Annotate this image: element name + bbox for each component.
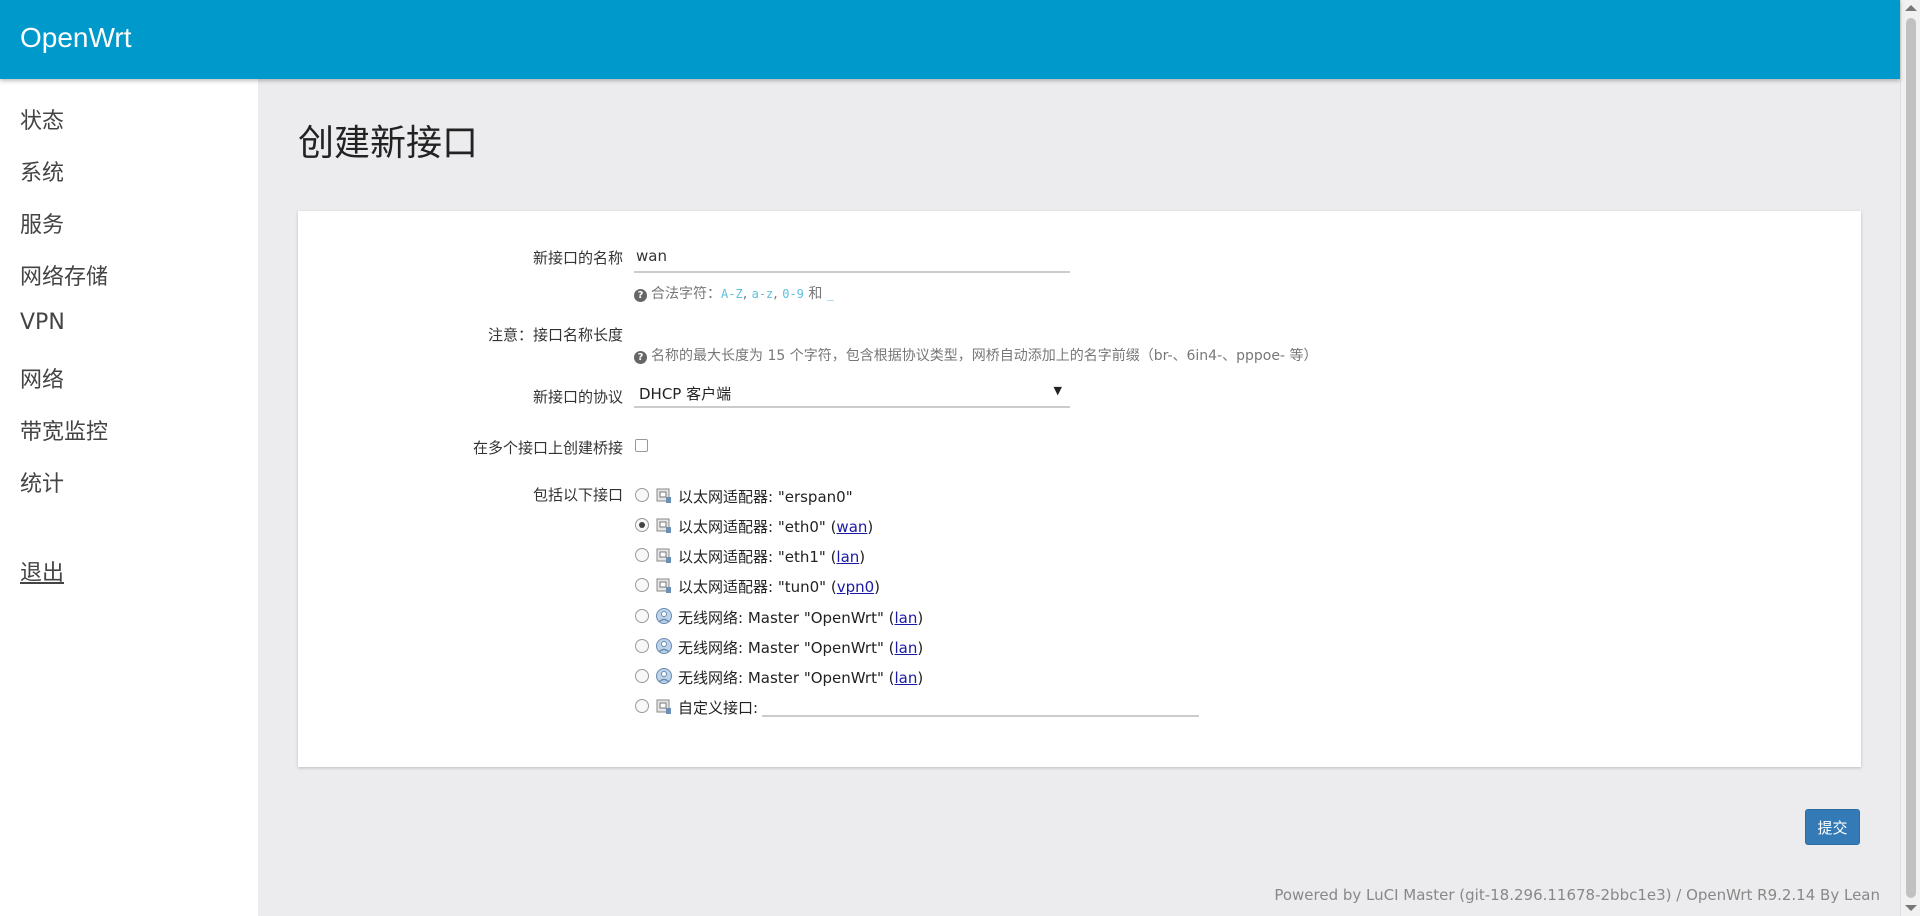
interface-radio[interactable] [635, 548, 649, 562]
header-bar: OpenWrt [0, 0, 1900, 79]
interface-radio[interactable] [635, 639, 649, 653]
protocol-label: 新接口的协议 [532, 388, 623, 406]
network-link[interactable]: wan [836, 518, 867, 536]
interface-option[interactable]: 无线网络: Master "OpenWrt" (lan) [635, 635, 1435, 657]
interface-label: 无线网络: Master "OpenWrt" (lan) [678, 669, 924, 687]
scroll-down-icon[interactable] [1905, 905, 1917, 911]
interface-label: 以太网适配器: "erspan0" [678, 488, 853, 506]
interface-label: 无线网络: Master "OpenWrt" (lan) [678, 609, 924, 627]
sidebar-item-network[interactable]: 网络 [20, 362, 64, 394]
network-link[interactable]: lan [895, 639, 918, 657]
wifi-icon [656, 638, 672, 654]
sidebar-item-statistics[interactable]: 统计 [20, 466, 64, 498]
brand-logo[interactable]: OpenWrt [20, 22, 132, 54]
ethernet-icon [656, 578, 671, 593]
protocol-value: DHCP 客户端 [639, 385, 732, 403]
interface-option[interactable]: 以太网适配器: "eth0" (wan) [635, 514, 1435, 536]
scrollbar[interactable] [1900, 0, 1920, 916]
logout-link[interactable]: 退出 [20, 555, 64, 587]
interface-radio[interactable] [635, 669, 649, 683]
network-link[interactable]: vpn0 [837, 578, 874, 596]
network-link[interactable]: lan [895, 609, 918, 627]
interface-radio[interactable] [635, 488, 649, 502]
interface-option[interactable]: 以太网适配器: "erspan0" [635, 484, 1435, 506]
interface-radio[interactable] [635, 578, 649, 592]
scroll-up-icon[interactable] [1905, 5, 1917, 11]
sidebar: 状态 系统 服务 网络存储 VPN 网络 带宽监控 统计 退出 [0, 79, 258, 916]
interface-option[interactable]: 无线网络: Master "OpenWrt" (lan) [635, 665, 1435, 687]
interface-name-input[interactable] [634, 240, 1070, 273]
interface-radio[interactable] [635, 609, 649, 623]
interface-radio[interactable] [635, 699, 649, 713]
interface-radio[interactable] [635, 518, 649, 532]
help-icon: ? [634, 351, 647, 364]
ethernet-icon [656, 488, 671, 503]
interface-label: 以太网适配器: "eth0" (wan) [678, 518, 874, 536]
form-card: 新接口的名称 ?合法字符：A-Z, a-z, 0-9 和 _ 注意：接口名称长度… [298, 211, 1861, 767]
page-title: 创建新接口 [298, 123, 479, 164]
interface-label: 以太网适配器: "eth1" (lan) [678, 548, 866, 566]
note-hint: ? 名称的最大长度为 15 个字符，包含根据协议类型，网桥自动添加上的名字前缀（b… [634, 345, 1317, 365]
ethernet-icon [656, 518, 671, 533]
sidebar-item-nas[interactable]: 网络存储 [20, 259, 108, 291]
network-link[interactable]: lan [836, 548, 859, 566]
wifi-icon [656, 668, 672, 684]
sidebar-item-bandwidth[interactable]: 带宽监控 [20, 414, 108, 446]
network-link[interactable]: lan [895, 669, 918, 687]
bridge-checkbox[interactable] [635, 439, 648, 452]
sidebar-item-status[interactable]: 状态 [20, 103, 64, 135]
ethernet-icon [656, 548, 671, 563]
chevron-down-icon: ▼ [1053, 384, 1062, 397]
name-hint: ? 合法字符：A-Z, a-z, 0-9 和 _ [634, 283, 834, 303]
interface-label: 以太网适配器: "tun0" (vpn0) [678, 578, 880, 596]
submit-button[interactable]: 提交 [1805, 809, 1860, 845]
sidebar-item-system[interactable]: 系统 [20, 155, 64, 187]
sidebar-item-services[interactable]: 服务 [20, 207, 64, 239]
footer: Powered by LuCI Master (git-18.296.11678… [1274, 886, 1880, 904]
sidebar-item-vpn[interactable]: VPN [20, 310, 65, 335]
interface-option[interactable]: 以太网适配器: "eth1" (lan) [635, 544, 1435, 566]
bridge-label: 在多个接口上创建桥接 [472, 439, 623, 457]
interface-option[interactable]: 无线网络: Master "OpenWrt" (lan) [635, 605, 1435, 627]
interface-option[interactable]: 以太网适配器: "tun0" (vpn0) [635, 574, 1435, 596]
protocol-select[interactable]: DHCP 客户端 ▼ [634, 376, 1070, 408]
wifi-icon [656, 608, 672, 624]
help-icon: ? [634, 289, 647, 302]
ethernet-icon [656, 699, 671, 714]
include-label: 包括以下接口 [532, 486, 623, 504]
name-label: 新接口的名称 [532, 249, 623, 267]
scroll-thumb[interactable] [1906, 18, 1916, 898]
interface-label: 自定义接口: [678, 699, 759, 717]
custom-interface-input[interactable] [762, 691, 1199, 717]
interface-label: 无线网络: Master "OpenWrt" (lan) [678, 639, 924, 657]
note-label: 注意：接口名称长度 [487, 326, 623, 344]
